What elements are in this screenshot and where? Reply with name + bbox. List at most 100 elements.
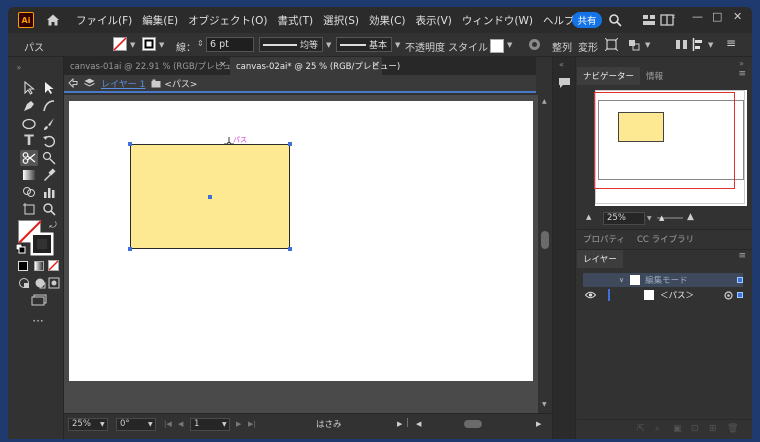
- align-left-icon[interactable]: [692, 38, 705, 51]
- rotate-tool-icon[interactable]: [42, 134, 56, 148]
- recolor-icon[interactable]: [528, 38, 541, 51]
- minimize-button[interactable]: —: [692, 10, 703, 23]
- locate-object-icon[interactable]: ⌕: [655, 424, 660, 434]
- vertical-scroll-thumb[interactable]: [541, 231, 549, 249]
- pen-tool-icon[interactable]: [22, 99, 36, 113]
- navigator-zoom-slider-thumb[interactable]: ▲: [659, 214, 664, 222]
- anchor-point[interactable]: [288, 247, 292, 251]
- tab-info[interactable]: 情報: [640, 70, 669, 82]
- arrange-dropdown-icon[interactable]: ▼: [645, 41, 650, 49]
- vertical-scrollbar[interactable]: ▲ ▼: [538, 95, 552, 413]
- zoom-in-icon[interactable]: ▲: [687, 212, 694, 222]
- navigator-zoom-dropdown-icon[interactable]: ▼: [647, 215, 652, 222]
- stroke-swatch[interactable]: [142, 37, 156, 51]
- navigator-zoom-field[interactable]: 25%: [603, 212, 645, 225]
- eyedropper-tool-icon[interactable]: [42, 168, 56, 182]
- graphic-style-swatch[interactable]: [490, 39, 504, 53]
- draw-behind-icon[interactable]: [34, 277, 46, 289]
- fill-none-swatch[interactable]: [113, 37, 127, 51]
- artboard-tool-icon[interactable]: [22, 202, 36, 216]
- tab-navigator[interactable]: ナビゲーター: [577, 67, 641, 85]
- home-icon[interactable]: [46, 13, 60, 27]
- scroll-right-icon[interactable]: ▶: [536, 420, 541, 428]
- new-sublayer-icon[interactable]: ⊡: [691, 424, 699, 434]
- comments-icon[interactable]: [558, 77, 571, 89]
- visibility-eye-icon[interactable]: [585, 291, 596, 299]
- tab-canvas-01[interactable]: canvas-01ai @ 22.91 % (RGB/プレビュー): [64, 57, 243, 75]
- layer-selection-indicator[interactable]: [737, 277, 743, 283]
- stroke-weight-field[interactable]: 6 pt: [206, 37, 254, 52]
- gradient-tool-icon[interactable]: [22, 168, 36, 182]
- edit-toolbar-icon[interactable]: ···: [31, 314, 45, 328]
- direct-selection-tool-icon[interactable]: [42, 81, 56, 95]
- arrange-icon[interactable]: [628, 38, 642, 51]
- anchor-point[interactable]: [128, 142, 132, 146]
- navigator-preview[interactable]: [594, 90, 747, 206]
- isolate-selection-icon[interactable]: [605, 38, 618, 51]
- stroke-stepper-icon[interactable]: ⇕: [197, 39, 204, 48]
- menu-window[interactable]: ウィンドウ(W): [462, 13, 533, 28]
- search-icon[interactable]: [608, 13, 622, 27]
- tab-canvas-02[interactable]: canvas-02ai* @ 25 % (RGB/プレビュー): [230, 57, 400, 75]
- expand-chevron-icon[interactable]: ∨: [619, 276, 624, 284]
- path-selection-indicator[interactable]: [737, 292, 743, 298]
- fill-dropdown-icon[interactable]: ▼: [130, 41, 135, 49]
- draw-inside-icon[interactable]: [48, 277, 60, 289]
- style-dropdown-icon[interactable]: ▼: [507, 41, 512, 49]
- align-distribute-icon[interactable]: [675, 38, 688, 51]
- clipping-mask-icon[interactable]: ▣: [673, 424, 682, 434]
- tab-layers[interactable]: レイヤー: [577, 249, 623, 268]
- scissors-tool-icon[interactable]: [22, 151, 36, 165]
- menu-type[interactable]: 書式(T): [278, 13, 314, 28]
- layer-row-path[interactable]: ＜パス＞: [583, 288, 743, 302]
- canvas-area[interactable]: パス: [64, 95, 538, 413]
- tab-properties[interactable]: プロパティ: [577, 233, 631, 245]
- scroll-up-icon[interactable]: ▲: [542, 98, 547, 105]
- new-layer-icon[interactable]: ⊞: [709, 424, 717, 434]
- selection-tool-icon[interactable]: [22, 81, 36, 95]
- type-tool-icon[interactable]: T: [22, 133, 36, 149]
- workspace-layout-icon[interactable]: [642, 13, 656, 27]
- profile-dropdown-icon[interactable]: ▼: [326, 41, 331, 49]
- align-dropdown-icon[interactable]: ▼: [708, 41, 713, 49]
- brush-definition[interactable]: 基本: [336, 37, 392, 52]
- menu-select[interactable]: 選択(S): [323, 13, 359, 28]
- menu-effect[interactable]: 効果(C): [369, 13, 406, 28]
- zoom-tool-icon[interactable]: [42, 202, 56, 216]
- none-mode-icon[interactable]: [48, 260, 59, 271]
- align-label[interactable]: 整列: [552, 39, 572, 54]
- transform-label[interactable]: 変形: [578, 39, 598, 54]
- layer-name[interactable]: 編集モード: [645, 274, 688, 286]
- artboard[interactable]: パス: [69, 101, 533, 381]
- zoom-dropdown-icon[interactable]: ▼: [100, 421, 105, 428]
- scroll-down-icon[interactable]: ▼: [542, 401, 547, 408]
- gradient-mode-icon[interactable]: [34, 261, 44, 271]
- first-artboard-icon[interactable]: |◀: [164, 420, 172, 428]
- scroll-left-icon[interactable]: ◀: [416, 420, 421, 428]
- delete-layer-icon[interactable]: 🗑: [727, 424, 738, 434]
- ellipse-tool-icon[interactable]: [22, 117, 36, 131]
- navigator-menu-icon[interactable]: ≡: [738, 69, 746, 79]
- paintbrush-tool-icon[interactable]: [42, 117, 56, 131]
- graph-tool-icon[interactable]: [42, 185, 56, 199]
- target-circle-icon[interactable]: [724, 290, 733, 300]
- next-artboard-icon[interactable]: ▶: [236, 420, 241, 428]
- rotation-dropdown-icon[interactable]: ▼: [148, 421, 153, 428]
- toolbar-collapse-icon[interactable]: »: [12, 60, 26, 74]
- horizontal-scroll-thumb[interactable]: [464, 420, 482, 428]
- menu-file[interactable]: ファイル(F): [76, 13, 132, 28]
- variable-width-profile[interactable]: 均等: [259, 37, 323, 52]
- status-menu-arrow-icon[interactable]: ▶: [397, 420, 402, 428]
- collect-export-icon[interactable]: ⇱: [637, 424, 645, 434]
- stroke-dropdown-icon[interactable]: ▼: [159, 41, 164, 49]
- path-name[interactable]: ＜パス＞: [660, 289, 694, 301]
- puppet-warp-tool-icon[interactable]: [42, 151, 56, 165]
- tab-cc-libraries[interactable]: CC ライブラリ: [631, 233, 700, 245]
- navigator-view-box[interactable]: [594, 92, 735, 189]
- draw-normal-icon[interactable]: [18, 277, 30, 289]
- zoom-out-icon[interactable]: ▲: [586, 213, 591, 221]
- control-bar-menu-icon[interactable]: ≡: [726, 36, 736, 50]
- anchor-point[interactable]: [288, 142, 292, 146]
- stroke-indicator[interactable]: [30, 232, 54, 256]
- tab-close-icon[interactable]: ×: [372, 60, 380, 70]
